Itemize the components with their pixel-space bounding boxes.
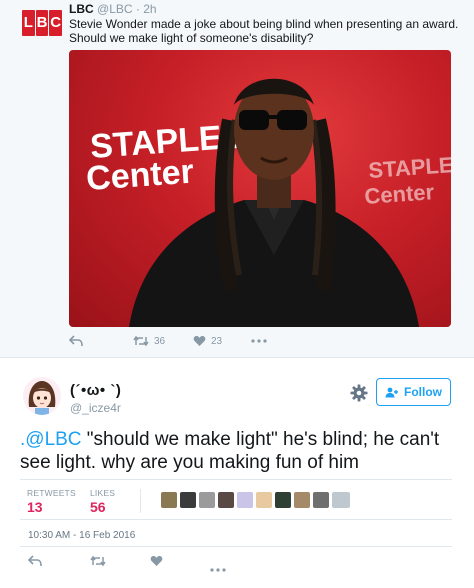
retweets-stat[interactable]: RETWEETS 13 xyxy=(27,488,76,515)
lbc-avatar[interactable]: L B C xyxy=(22,10,63,36)
liker-avatar[interactable] xyxy=(313,492,329,508)
add-user-icon xyxy=(385,387,398,397)
retweet-icon xyxy=(133,335,149,347)
photo-illustration: STAPLES Center STAPLES Center xyxy=(85,78,451,327)
mention-link[interactable]: .@LBC xyxy=(20,429,82,450)
retweets-count: 13 xyxy=(27,499,43,515)
divider xyxy=(20,519,452,520)
quoted-tweet-text: Stevie Wonder made a joke about being bl… xyxy=(69,17,459,45)
reply-icon xyxy=(69,335,83,347)
divider xyxy=(20,546,452,547)
reply-button[interactable] xyxy=(69,335,83,347)
liker-avatars xyxy=(161,492,350,508)
like-count: 23 xyxy=(211,335,223,347)
more-icon xyxy=(210,568,226,572)
like-button[interactable] xyxy=(150,554,163,572)
liker-avatar[interactable] xyxy=(199,492,215,508)
follow-label: Follow xyxy=(404,385,442,399)
retweet-count: 36 xyxy=(154,335,166,347)
more-button[interactable] xyxy=(210,559,226,577)
logo-letter-c: C xyxy=(49,10,63,36)
liker-avatar[interactable] xyxy=(294,492,310,508)
likes-count: 56 xyxy=(90,499,106,515)
liker-avatar[interactable] xyxy=(256,492,272,508)
liker-avatar[interactable] xyxy=(161,492,177,508)
tweet-photo[interactable]: STAPLES Center STAPLES Center xyxy=(69,50,451,327)
liker-avatar[interactable] xyxy=(218,492,234,508)
logo-letter-l: L xyxy=(22,10,35,36)
user-handle[interactable]: @_icze4r xyxy=(70,401,121,415)
liker-avatar[interactable] xyxy=(332,492,350,508)
retweet-button[interactable] xyxy=(90,554,106,572)
more-icon xyxy=(251,339,267,343)
tweet-timestamp[interactable]: 10:30 AM - 16 Feb 2016 xyxy=(28,530,135,541)
retweets-label: RETWEETS xyxy=(27,488,76,498)
logo-letter-b: B xyxy=(35,10,49,36)
heart-icon xyxy=(150,555,163,566)
header-separator: · xyxy=(135,2,140,16)
heart-icon xyxy=(193,335,206,346)
quoted-author-handle[interactable]: @LBC xyxy=(97,2,133,16)
backdrop-text-right-1: STAPLES xyxy=(368,151,451,183)
liker-avatar[interactable] xyxy=(180,492,196,508)
backdrop-text-left-2: Center xyxy=(85,153,195,198)
reply-icon xyxy=(27,555,42,567)
liker-avatar[interactable] xyxy=(275,492,291,508)
liker-avatar[interactable] xyxy=(237,492,253,508)
likes-stat[interactable]: LIKES 56 xyxy=(90,488,115,515)
reply-button[interactable] xyxy=(27,554,42,572)
stat-separator xyxy=(140,489,141,513)
divider xyxy=(20,479,452,480)
gear-icon[interactable] xyxy=(350,384,368,402)
quoted-tweet-header: LBC @LBC · 2h xyxy=(69,2,465,17)
backdrop-text-right-2: Center xyxy=(364,179,436,209)
user-avatar[interactable] xyxy=(23,377,61,415)
follow-button[interactable]: Follow xyxy=(376,378,451,406)
tweet-text: .@LBC "should we make light" he's blind;… xyxy=(20,428,460,474)
quoted-tweet[interactable]: L B C LBC @LBC · 2h Stevie Wonder made a… xyxy=(0,0,474,358)
quoted-author-name[interactable]: LBC xyxy=(69,2,94,16)
like-button[interactable]: 23 xyxy=(193,335,222,347)
quoted-tweet-time[interactable]: 2h xyxy=(143,2,156,16)
retweet-button[interactable]: 36 xyxy=(133,335,165,347)
more-button[interactable] xyxy=(251,339,267,343)
display-name[interactable]: (´•ω• `) xyxy=(70,382,121,399)
anime-avatar-icon xyxy=(23,377,61,415)
tweet-body: "should we make light" he's blind; he ca… xyxy=(20,429,440,473)
likes-label: LIKES xyxy=(90,488,116,498)
retweet-icon xyxy=(90,555,106,567)
